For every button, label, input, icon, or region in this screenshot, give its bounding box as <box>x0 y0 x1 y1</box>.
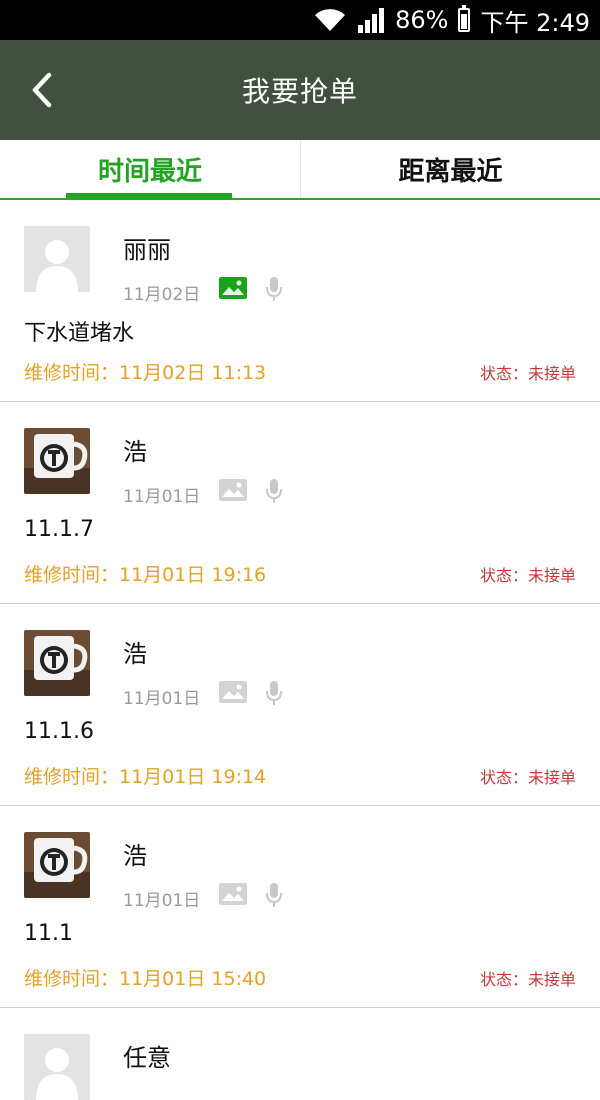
order-status: 状态：未接单 <box>479 566 576 585</box>
order-status: 状态：未接单 <box>479 970 576 989</box>
order-item[interactable]: 丽丽 11月02日 下水道堵水 维修时间：11月02日 11:13 状态：未接单 <box>0 200 600 402</box>
page-title: 我要抢单 <box>241 75 358 108</box>
order-date: 11月01日 <box>123 891 201 911</box>
order-date: 11月02日 <box>123 285 201 305</box>
microphone-icon[interactable] <box>265 882 283 908</box>
order-item[interactable]: 浩 11月01日 11.1 维修时间：11月01日 15:40 状态：未接单 <box>0 806 600 1008</box>
microphone-icon[interactable] <box>265 478 283 504</box>
order-status: 状态：未接单 <box>479 768 576 787</box>
active-tab-indicator <box>66 193 232 198</box>
wifi-icon <box>313 7 347 33</box>
order-description: 11.1.7 <box>24 517 94 542</box>
customer-name: 浩 <box>123 842 147 870</box>
avatar <box>24 226 90 292</box>
order-item[interactable]: 浩 11月01日 11.1.7 维修时间：11月01日 19:16 状态：未接单 <box>0 402 600 604</box>
repair-time: 维修时间：11月01日 15:40 <box>24 968 267 990</box>
repair-time: 维修时间：11月01日 19:16 <box>24 564 267 586</box>
repair-time: 维修时间：11月01日 19:14 <box>24 766 267 788</box>
image-icon[interactable] <box>219 479 247 501</box>
image-icon[interactable] <box>219 883 247 905</box>
default-avatar-icon <box>24 1034 90 1100</box>
battery-percent: 86% <box>395 6 449 34</box>
mug-avatar-icon <box>24 832 90 898</box>
order-description: 下水道堵水 <box>24 321 135 346</box>
order-status: 状态：未接单 <box>479 364 576 383</box>
clock: 下午 2:49 <box>480 8 590 37</box>
order-list: 丽丽 11月02日 下水道堵水 维修时间：11月02日 11:13 状态：未接单 <box>0 200 600 1100</box>
mug-avatar-icon <box>24 630 90 696</box>
tab-nearest-distance[interactable]: 距离最近 <box>300 140 600 198</box>
avatar <box>24 832 90 898</box>
customer-name: 浩 <box>123 438 147 466</box>
customer-name: 丽丽 <box>123 236 171 264</box>
status-bar: 86% 下午 2:49 <box>0 0 600 40</box>
tab-recent-time[interactable]: 时间最近 <box>0 140 300 198</box>
default-avatar-icon <box>24 226 90 292</box>
order-description: 11.1 <box>24 921 73 946</box>
order-item[interactable]: 任意 <box>0 1008 600 1100</box>
status-icons: 86% 下午 2:49 <box>313 0 590 40</box>
image-icon[interactable] <box>219 277 247 299</box>
avatar <box>24 428 90 494</box>
image-icon[interactable] <box>219 681 247 703</box>
order-item[interactable]: 浩 11月01日 11.1.6 维修时间：11月01日 19:14 状态：未接单 <box>0 604 600 806</box>
signal-icon <box>357 7 385 33</box>
title-bar: 我要抢单 <box>0 40 600 140</box>
order-description: 11.1.6 <box>24 719 94 744</box>
customer-name: 任意 <box>123 1044 171 1072</box>
avatar <box>24 630 90 696</box>
sort-tabs: 时间最近 距离最近 <box>0 140 600 200</box>
order-date: 11月01日 <box>123 487 201 507</box>
microphone-icon[interactable] <box>265 276 283 302</box>
battery-level <box>461 13 468 29</box>
customer-name: 浩 <box>123 640 147 668</box>
battery-icon <box>458 5 471 32</box>
avatar <box>24 1034 90 1100</box>
order-date: 11月01日 <box>123 689 201 709</box>
repair-time: 维修时间：11月02日 11:13 <box>24 362 267 384</box>
microphone-icon[interactable] <box>265 680 283 706</box>
mug-avatar-icon <box>24 428 90 494</box>
